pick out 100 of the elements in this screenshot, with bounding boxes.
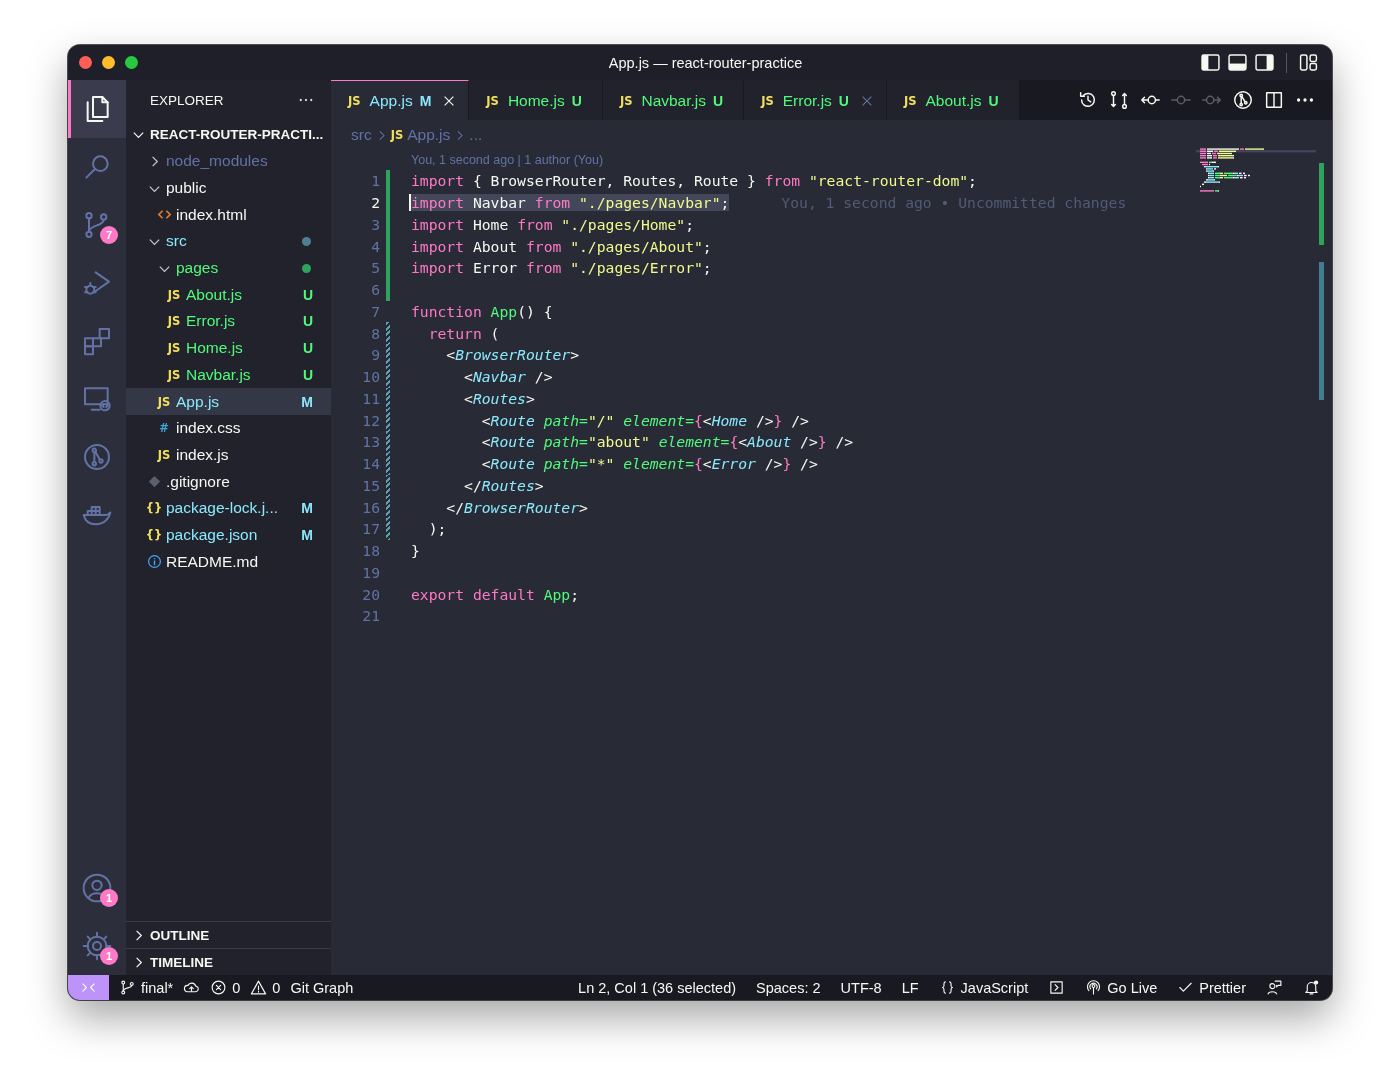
status-bar-item[interactable]: LF [901, 975, 919, 1000]
compare-icon[interactable] [1108, 89, 1130, 111]
minimize-window-button[interactable] [102, 56, 115, 69]
git-graph-icon[interactable] [1232, 89, 1254, 111]
file-type-label: {} [145, 527, 163, 542]
code-line: return ( [427, 324, 500, 342]
tree-item[interactable]: .gitignore [126, 468, 331, 495]
editor-tab[interactable]: JS About.js U [886, 80, 1020, 120]
line-number: 15 [361, 476, 380, 494]
editor-tab[interactable]: JS App.js M [331, 80, 470, 120]
git-status: U [302, 313, 313, 330]
file-name: Navbar.js [186, 365, 252, 384]
explorer-title: EXPLORER [150, 92, 224, 108]
tree-item[interactable]: JS Error.js U [126, 308, 331, 335]
line-number: 8 [370, 324, 380, 342]
file-type-label: JS [167, 341, 181, 356]
line-number: 4 [370, 237, 380, 255]
tree-item[interactable]: # index.css [126, 414, 331, 442]
line-number: 10 [361, 368, 380, 386]
file-name: index.js [176, 445, 230, 464]
editor-tab[interactable]: JS Error.js U [744, 80, 887, 120]
close-window-button[interactable] [79, 56, 92, 69]
status-bar-item[interactable]: Git Graph [290, 975, 354, 1000]
file-name: About.js [186, 285, 243, 304]
file-type-label: {} [145, 501, 163, 516]
status-bar-item[interactable]: Go Live [1085, 975, 1158, 1000]
activity-bar-item[interactable] [68, 80, 126, 138]
tree-item[interactable]: index.html [126, 201, 331, 229]
code-line: import Error from "./pages/Error"; [411, 259, 712, 277]
file-type-label: JS [157, 394, 171, 409]
code-line: } [411, 542, 420, 560]
code-line: </Routes> [463, 476, 544, 494]
breadcrumb-item[interactable]: JS App.js [390, 126, 451, 144]
toggle-panel-icon[interactable] [1228, 53, 1247, 72]
status-bar-item[interactable]: 0 [210, 975, 241, 1000]
line-number: 9 [370, 346, 380, 364]
status-bar-item[interactable]: UTF-8 [840, 975, 882, 1000]
code-line: export default App; [411, 585, 579, 603]
status-bar-item[interactable]: Spaces: 2 [756, 975, 821, 1000]
status-bar-item[interactable]: 0 [250, 975, 281, 1000]
git-graph-icon [81, 441, 113, 473]
branch-icon [119, 979, 136, 996]
tree-item[interactable]: JS Navbar.js U [126, 361, 331, 389]
line-number: 16 [361, 498, 380, 516]
split-editor-icon[interactable] [1263, 89, 1285, 111]
line-number: 11 [361, 389, 380, 407]
git-status: M [301, 526, 313, 543]
file-type-label: JS [157, 447, 171, 462]
tree-item[interactable]: JS index.js [126, 441, 331, 469]
git-status: U [302, 340, 313, 357]
file-name: README.md [166, 552, 260, 571]
terminal-icon [1048, 979, 1066, 996]
git-status: M [301, 393, 313, 410]
code-line: <BrowserRouter> [445, 346, 580, 364]
tree-item[interactable]: README.md [126, 548, 331, 575]
tree-item[interactable]: JS App.js M [126, 388, 331, 415]
code-line: ); [427, 520, 447, 538]
code-line: import Home from "./pages/Home"; [411, 215, 694, 233]
customize-layout-icon[interactable] [1299, 53, 1318, 72]
editor-tab[interactable]: JS Navbar.js U [602, 80, 745, 120]
status-bar-item[interactable]: Prettier [1177, 975, 1246, 1000]
git-status: U [302, 366, 313, 383]
tree-item[interactable]: public [126, 174, 331, 202]
notification-badge: 1 [100, 947, 118, 965]
account-icon [81, 872, 113, 904]
tree-item[interactable]: JS Home.js U [126, 334, 331, 362]
file-name: node_modules [166, 152, 269, 171]
broadcast-icon [1085, 979, 1103, 996]
line-number: 2 [370, 194, 380, 212]
toggle-right-sidebar-icon[interactable] [1255, 53, 1274, 72]
code-line: <Route path="/" element={<Home />} /> [480, 411, 809, 429]
file-type-label: JS [167, 367, 181, 382]
status-bar-item[interactable]: Ln 2, Col 1 (36 selected) [578, 975, 737, 1000]
tree-item[interactable]: src [126, 228, 331, 255]
toggle-left-sidebar-icon[interactable] [1201, 53, 1220, 72]
zoom-window-button[interactable] [125, 56, 138, 69]
code-line: </BrowserRouter> [445, 498, 588, 516]
info-icon [146, 554, 162, 570]
file-name: Error.js [186, 312, 237, 331]
status-bar-item[interactable]: final* [119, 975, 174, 1000]
file-name: index.css [176, 419, 242, 438]
folder-section-header[interactable]: REACT-ROUTER-PRACTI... [126, 120, 331, 148]
line-number: 5 [370, 259, 380, 277]
tree-item[interactable]: pages [126, 254, 331, 282]
line-number: 19 [361, 563, 380, 581]
code-line: function App() { [411, 302, 553, 320]
editor-tab[interactable]: JS Home.js U [469, 80, 603, 120]
tree-item[interactable]: {} package-lock.j... M [126, 494, 331, 522]
file-type-label: # [159, 421, 169, 436]
tree-item[interactable]: JS About.js U [126, 281, 331, 309]
file-type-label: JS [167, 287, 181, 302]
code-line: <Route path="about" element={<About />} /> [480, 433, 854, 451]
line-number: 17 [361, 520, 380, 538]
extensions-icon [81, 325, 113, 357]
status-bar-item[interactable]: JavaScript [938, 975, 1029, 1000]
tree-item[interactable]: {} package.json M [126, 521, 331, 549]
file-name: App.js [176, 392, 221, 411]
file-name: package-lock.j... [166, 499, 279, 518]
diamond-icon [146, 474, 162, 490]
window-title: App.js — react-router-practice [607, 54, 804, 71]
